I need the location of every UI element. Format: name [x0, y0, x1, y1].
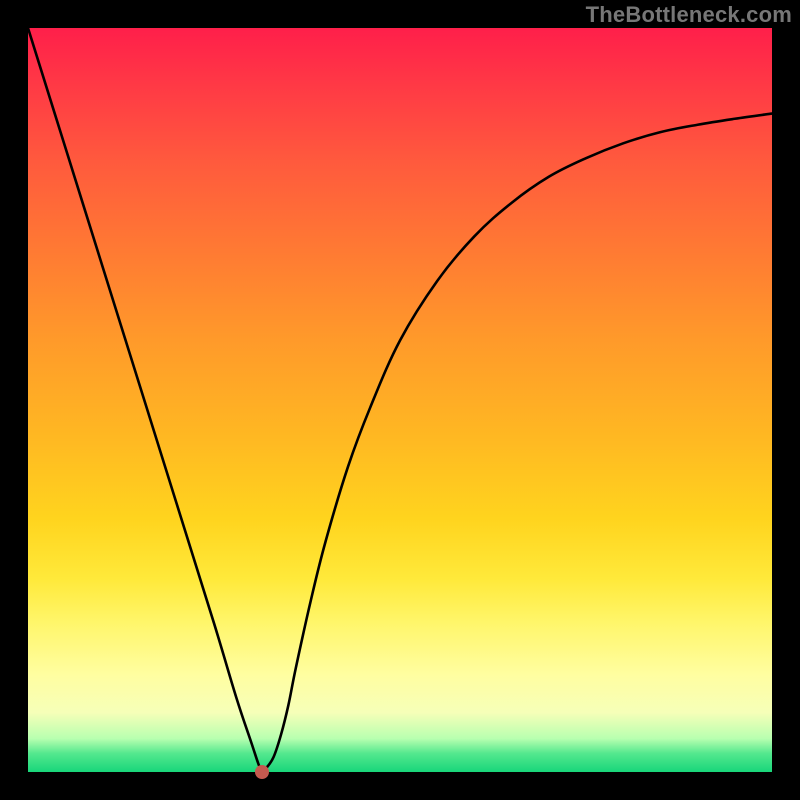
chart-frame: TheBottleneck.com — [0, 0, 800, 800]
plot-area — [28, 28, 772, 772]
curve-path — [28, 28, 772, 772]
watermark-text: TheBottleneck.com — [586, 2, 792, 28]
curve-layer — [28, 28, 772, 772]
minimum-marker — [255, 765, 269, 779]
